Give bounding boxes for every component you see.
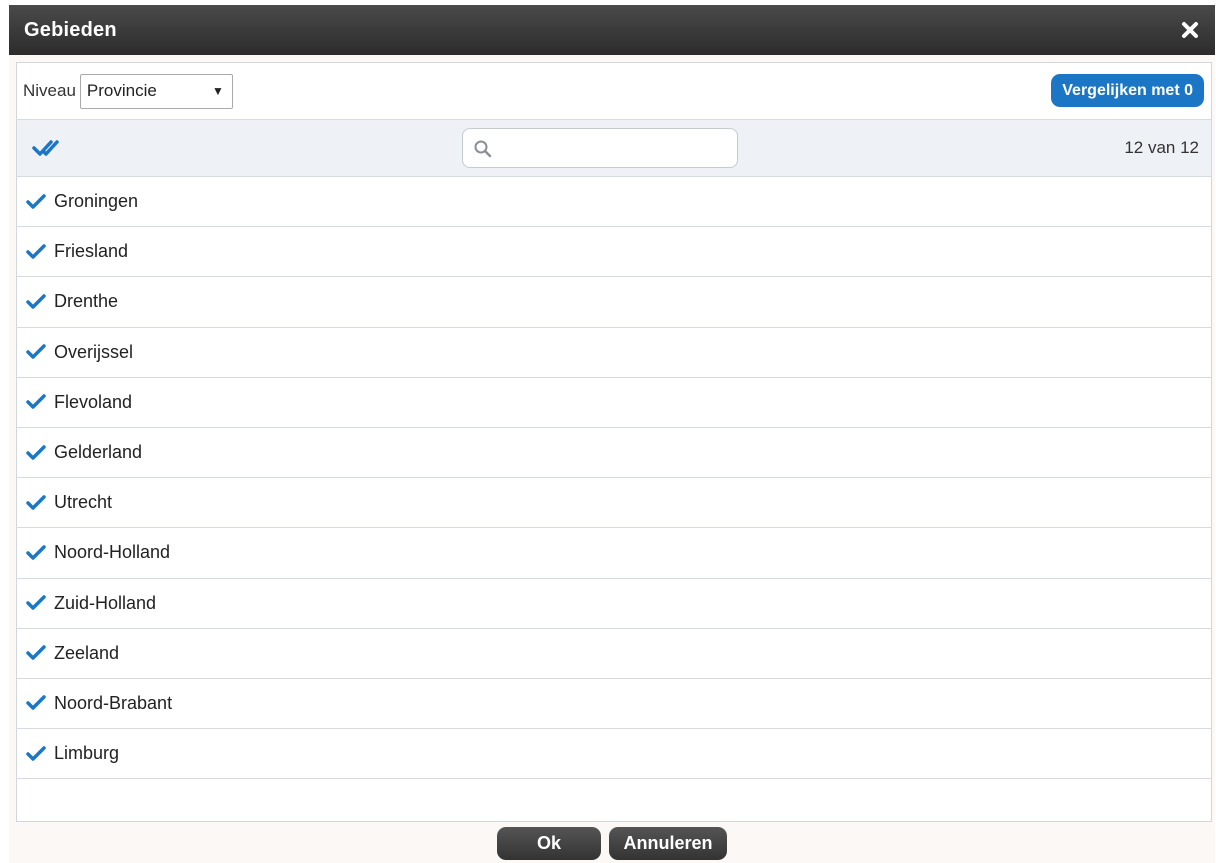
chevron-down-icon: ▼ bbox=[212, 84, 224, 98]
check-icon bbox=[26, 745, 46, 762]
list-item[interactable]: Utrecht bbox=[17, 478, 1211, 529]
list-item[interactable]: Zeeland bbox=[17, 629, 1211, 679]
check-icon bbox=[26, 494, 46, 511]
close-icon[interactable] bbox=[1175, 15, 1205, 45]
filter-toolbar: 12 van 12 bbox=[17, 119, 1211, 177]
search-input[interactable] bbox=[501, 135, 729, 161]
ok-button[interactable]: Ok bbox=[497, 827, 601, 860]
check-icon bbox=[26, 444, 46, 461]
dialog-footer: Ok Annuleren bbox=[9, 827, 1215, 863]
dialog-titlebar: Gebieden bbox=[9, 5, 1215, 55]
list-item[interactable]: Gelderland bbox=[17, 428, 1211, 479]
list-item-label: Overijssel bbox=[54, 341, 134, 362]
list-item[interactable]: Zuid-Holland bbox=[17, 579, 1211, 629]
check-icon bbox=[26, 394, 46, 410]
list-item-label: Friesland bbox=[54, 241, 129, 262]
cancel-button[interactable]: Annuleren bbox=[609, 827, 727, 860]
list-item-label: Drenthe bbox=[54, 291, 119, 312]
gebieden-dialog: Gebieden Niveau Provincie ▼ Vergelijken … bbox=[9, 5, 1215, 863]
list-item[interactable]: Limburg bbox=[17, 729, 1211, 780]
search-icon bbox=[473, 139, 493, 159]
list-item-label: Flevoland bbox=[54, 391, 133, 412]
dialog-title: Gebieden bbox=[24, 18, 117, 41]
list-item-label: Noord-Holland bbox=[54, 542, 171, 563]
search-box bbox=[462, 128, 738, 168]
check-icon bbox=[26, 645, 46, 661]
double-check-icon[interactable] bbox=[32, 136, 64, 160]
check-icon bbox=[26, 294, 46, 310]
check-icon bbox=[26, 695, 46, 711]
list-item[interactable]: Noord-Brabant bbox=[17, 679, 1211, 730]
check-icon bbox=[26, 193, 46, 210]
list-item-label: Noord-Brabant bbox=[54, 692, 173, 713]
compare-button[interactable]: Vergelijken met 0 bbox=[1051, 74, 1204, 107]
list-item[interactable]: Flevoland bbox=[17, 378, 1211, 428]
selection-count: 12 van 12 bbox=[1124, 138, 1199, 157]
list-item[interactable]: Overijssel bbox=[17, 328, 1211, 378]
level-toolbar: Niveau Provincie ▼ Vergelijken met 0 bbox=[17, 63, 1211, 119]
list-item[interactable]: Drenthe bbox=[17, 277, 1211, 328]
list-item[interactable]: Noord-Holland bbox=[17, 528, 1211, 579]
niveau-select-value: Provincie bbox=[86, 81, 157, 100]
check-icon bbox=[26, 595, 46, 611]
list-item-label: Zuid-Holland bbox=[54, 592, 157, 613]
niveau-select[interactable]: Provincie ▼ bbox=[79, 73, 233, 109]
list-item-label: Gelderland bbox=[54, 442, 143, 463]
list-item[interactable]: Friesland bbox=[17, 227, 1211, 278]
list-item-label: Groningen bbox=[54, 191, 139, 212]
check-icon bbox=[26, 545, 46, 561]
check-icon bbox=[26, 244, 46, 260]
list-item-label: Limburg bbox=[54, 743, 120, 764]
list-item-label: Utrecht bbox=[54, 492, 113, 513]
area-list: Groningen Friesland Drenthe Overijssel F… bbox=[17, 177, 1211, 780]
list-item[interactable]: Groningen bbox=[17, 177, 1211, 228]
areas-panel: Niveau Provincie ▼ Vergelijken met 0 12 … bbox=[16, 62, 1212, 822]
check-icon bbox=[26, 344, 46, 360]
niveau-label: Niveau bbox=[23, 81, 76, 100]
list-item-label: Zeeland bbox=[54, 642, 120, 663]
